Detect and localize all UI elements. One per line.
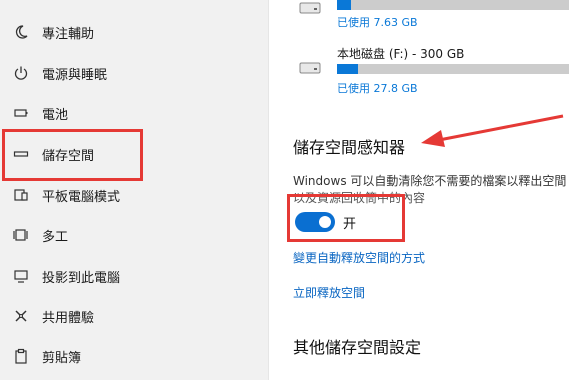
sidebar-item-label: 平板電腦模式 [42, 189, 121, 205]
power-icon [12, 64, 30, 82]
drive-icon [299, 2, 321, 14]
shared-experiences-icon [12, 307, 30, 325]
other-storage-settings-title: 其他儲存空間設定 [293, 338, 422, 357]
sidebar-item-shared-experiences[interactable]: 共用體驗 [0, 296, 268, 336]
clipboard-icon [12, 347, 30, 365]
multitasking-icon [12, 226, 30, 244]
annotation-highlight-box [2, 129, 143, 181]
drive-usage-fill [337, 64, 358, 74]
sidebar-item-label: 投影到此電腦 [42, 270, 121, 286]
drive-usage-bar [337, 64, 569, 74]
sidebar-item-tablet-mode[interactable]: 平板電腦模式 [0, 175, 268, 215]
sidebar-item-label: 電源與睡眠 [42, 67, 108, 83]
storage-settings-main: 已使用 7.63 GB 本地磁盘 (F:) - 300 GB 已使用 27.8 … [269, 0, 570, 380]
storage-sense-title: 儲存空間感知器 [293, 138, 406, 157]
sidebar-item-multitasking[interactable]: 多工 [0, 215, 268, 255]
project-icon [12, 267, 30, 285]
drive-used-text: 已使用 27.8 GB [337, 82, 418, 95]
change-storage-sense-link[interactable]: 變更自動釋放空間的方式 [293, 249, 425, 266]
settings-sidebar: 專注輔助 電源與睡眠 電池 儲存空間 平板電腦模式 多工 投影到此電腦 共用體驗… [0, 0, 268, 380]
sidebar-item-power-sleep[interactable]: 電源與睡眠 [0, 53, 268, 93]
storage-sense-description: Windows 可以自動清除您不需要的檔案以釋出空間 [293, 174, 567, 188]
sidebar-item-label: 電池 [42, 107, 69, 123]
sidebar-item-focus-assist[interactable]: 專注輔助 [0, 12, 268, 52]
sidebar-item-battery[interactable]: 電池 [0, 93, 268, 133]
drive-title: 本地磁盘 (F:) - 300 GB [337, 47, 465, 61]
annotation-arrow-icon [421, 114, 564, 147]
drive-usage-fill [337, 0, 351, 10]
drive-used-text: 已使用 7.63 GB [337, 16, 418, 29]
annotation-highlight-box [287, 194, 405, 242]
sidebar-item-label: 多工 [42, 229, 69, 245]
tablet-mode-icon [12, 186, 30, 204]
moon-icon [12, 23, 30, 41]
drive-usage-bar [337, 0, 569, 10]
sidebar-item-label: 剪貼簿 [42, 350, 82, 366]
sidebar-item-label: 專注輔助 [42, 26, 95, 42]
sidebar-item-project[interactable]: 投影到此電腦 [0, 256, 268, 296]
sidebar-item-clipboard[interactable]: 剪貼簿 [0, 336, 268, 376]
sidebar-item-label: 共用體驗 [42, 310, 95, 326]
battery-icon [12, 104, 30, 122]
drive-icon [299, 62, 321, 74]
free-space-now-link[interactable]: 立即釋放空間 [293, 284, 365, 301]
